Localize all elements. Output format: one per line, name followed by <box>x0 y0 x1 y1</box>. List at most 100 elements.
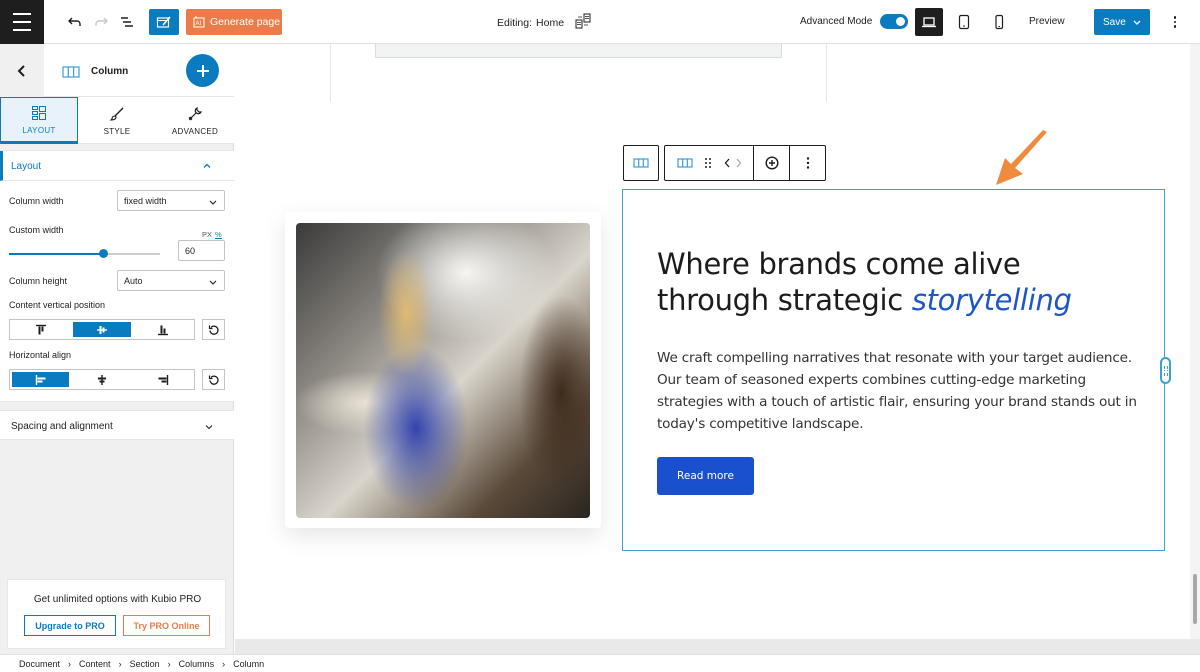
align-right-button[interactable] <box>135 372 192 387</box>
section-guide-line <box>330 44 331 102</box>
canvas-scrollbar[interactable] <box>1190 44 1200 639</box>
page-switch-icon[interactable] <box>574 12 592 30</box>
tablet-view-button[interactable] <box>950 8 978 36</box>
tab-layout[interactable]: LAYOUT <box>0 97 78 144</box>
align-middle-button[interactable] <box>73 322 131 337</box>
column-icon[interactable] <box>676 157 693 169</box>
column-resize-handle[interactable] <box>1160 357 1171 384</box>
page-preview: Where brands come alive through strategi… <box>235 44 1190 639</box>
breadcrumb-item-column[interactable]: Column <box>233 659 264 669</box>
more-vertical-icon <box>806 157 809 169</box>
custom-width-input[interactable]: 60 <box>178 240 225 261</box>
tablet-icon <box>958 14 970 30</box>
preview-button[interactable]: Preview <box>1029 16 1065 27</box>
tab-style[interactable]: STYLE <box>78 97 156 144</box>
breadcrumb: Document › Content › Section › Columns › Column <box>0 654 1200 672</box>
redo-button[interactable] <box>89 10 113 34</box>
chevron-up-icon <box>203 163 211 168</box>
move-right-icon[interactable] <box>735 157 742 169</box>
columns-icon <box>633 158 649 168</box>
breadcrumb-item-document[interactable]: Document <box>19 659 60 669</box>
team-meeting-photo[interactable] <box>296 223 590 518</box>
column-height-value: Auto <box>124 276 143 286</box>
layout-icon <box>32 105 46 120</box>
add-block-button[interactable] <box>186 54 219 87</box>
align-left-button[interactable] <box>12 372 70 387</box>
upgrade-to-pro-button[interactable]: Upgrade to PRO <box>24 615 116 636</box>
parent-columns-button[interactable] <box>623 145 659 181</box>
chevron-down-icon <box>209 200 217 205</box>
tab-style-label: STYLE <box>103 126 131 136</box>
horizontal-align-group <box>9 369 195 390</box>
edit-screen-icon <box>156 16 171 28</box>
section-headline[interactable]: Where brands come alive through strategi… <box>657 246 1137 318</box>
vertical-position-group <box>9 319 195 340</box>
generate-page-button[interactable]: AI Generate page <box>186 9 282 35</box>
list-view-button[interactable] <box>115 10 139 34</box>
undo-button[interactable] <box>63 10 87 34</box>
column-width-label: Column width <box>9 196 64 206</box>
scrollbar-thumb[interactable] <box>1193 574 1197 624</box>
breadcrumb-item-section[interactable]: Section <box>130 659 160 669</box>
save-label: Save <box>1103 16 1126 28</box>
move-left-icon[interactable] <box>724 157 731 169</box>
try-pro-online-button[interactable]: Try PRO Online <box>123 615 210 636</box>
align-top-button[interactable] <box>12 322 69 337</box>
align-center-icon <box>97 374 106 385</box>
column-icon <box>62 66 80 78</box>
top-toolbar: AI Generate page Editing: Home Advanced … <box>0 0 1200 44</box>
previous-section-block[interactable] <box>375 44 782 58</box>
save-button[interactable]: Save <box>1094 9 1150 35</box>
tab-advanced[interactable]: ADVANCED <box>156 97 234 144</box>
undo-icon <box>68 17 81 26</box>
edit-mode-button[interactable] <box>149 9 179 35</box>
sidebar-header: Column <box>0 44 234 97</box>
block-name: Column <box>91 66 129 77</box>
align-bottom-button[interactable] <box>135 322 192 337</box>
spacing-panel-toggle[interactable]: Spacing and alignment <box>0 410 234 440</box>
section-body-text[interactable]: We craft compelling narratives that reso… <box>657 347 1137 435</box>
annotation-arrow-icon <box>996 130 1047 185</box>
reset-vertical-position-button[interactable] <box>202 319 225 340</box>
block-options-button[interactable] <box>790 146 825 180</box>
tab-advanced-label: ADVANCED <box>171 126 219 136</box>
reset-icon <box>208 325 219 335</box>
unit-px[interactable]: PX <box>202 230 212 239</box>
read-more-button[interactable]: Read more <box>657 457 754 495</box>
back-button[interactable] <box>0 44 44 97</box>
mobile-view-button[interactable] <box>985 8 1013 36</box>
align-middle-icon <box>96 325 107 334</box>
column-width-select[interactable]: fixed width <box>117 190 225 211</box>
layout-panel-toggle[interactable]: Layout <box>0 151 234 181</box>
laptop-icon <box>922 17 936 28</box>
breadcrumb-item-columns[interactable]: Columns <box>179 659 215 669</box>
align-left-icon <box>35 374 46 385</box>
selected-column[interactable]: Where brands come alive through strategi… <box>622 189 1165 551</box>
block-toolbar <box>664 145 826 181</box>
align-center-button[interactable] <box>73 372 130 387</box>
main-menu-button[interactable] <box>0 0 44 44</box>
horizontal-align-label: Horizontal align <box>9 350 72 360</box>
ai-icon: AI <box>193 16 205 28</box>
slider-thumb[interactable] <box>98 249 108 258</box>
breadcrumb-item-content[interactable]: Content <box>79 659 111 669</box>
image-card[interactable] <box>285 212 601 528</box>
chevron-right-icon: › <box>222 658 226 669</box>
desktop-view-button[interactable] <box>915 8 943 36</box>
insert-block-button[interactable] <box>754 146 790 180</box>
promo-text: Get unlimited options with Kubio PRO <box>33 594 202 605</box>
drag-handle-icon[interactable] <box>704 157 712 169</box>
custom-width-slider[interactable] <box>9 248 160 260</box>
column-height-label: Column height <box>9 276 68 286</box>
reset-horizontal-align-button[interactable] <box>202 369 225 390</box>
more-options-button[interactable] <box>1166 12 1184 32</box>
editing-page-indicator: Editing: Home <box>497 13 592 30</box>
brush-icon <box>109 107 124 121</box>
column-height-select[interactable]: Auto <box>117 270 225 291</box>
advanced-mode-toggle[interactable] <box>880 14 908 29</box>
more-vertical-icon <box>1173 16 1177 19</box>
unit-percent[interactable]: % <box>215 230 222 239</box>
chevron-down-icon[interactable] <box>1131 15 1143 29</box>
align-top-icon <box>35 324 46 334</box>
editor-canvas: Where brands come alive through strategi… <box>235 44 1200 654</box>
